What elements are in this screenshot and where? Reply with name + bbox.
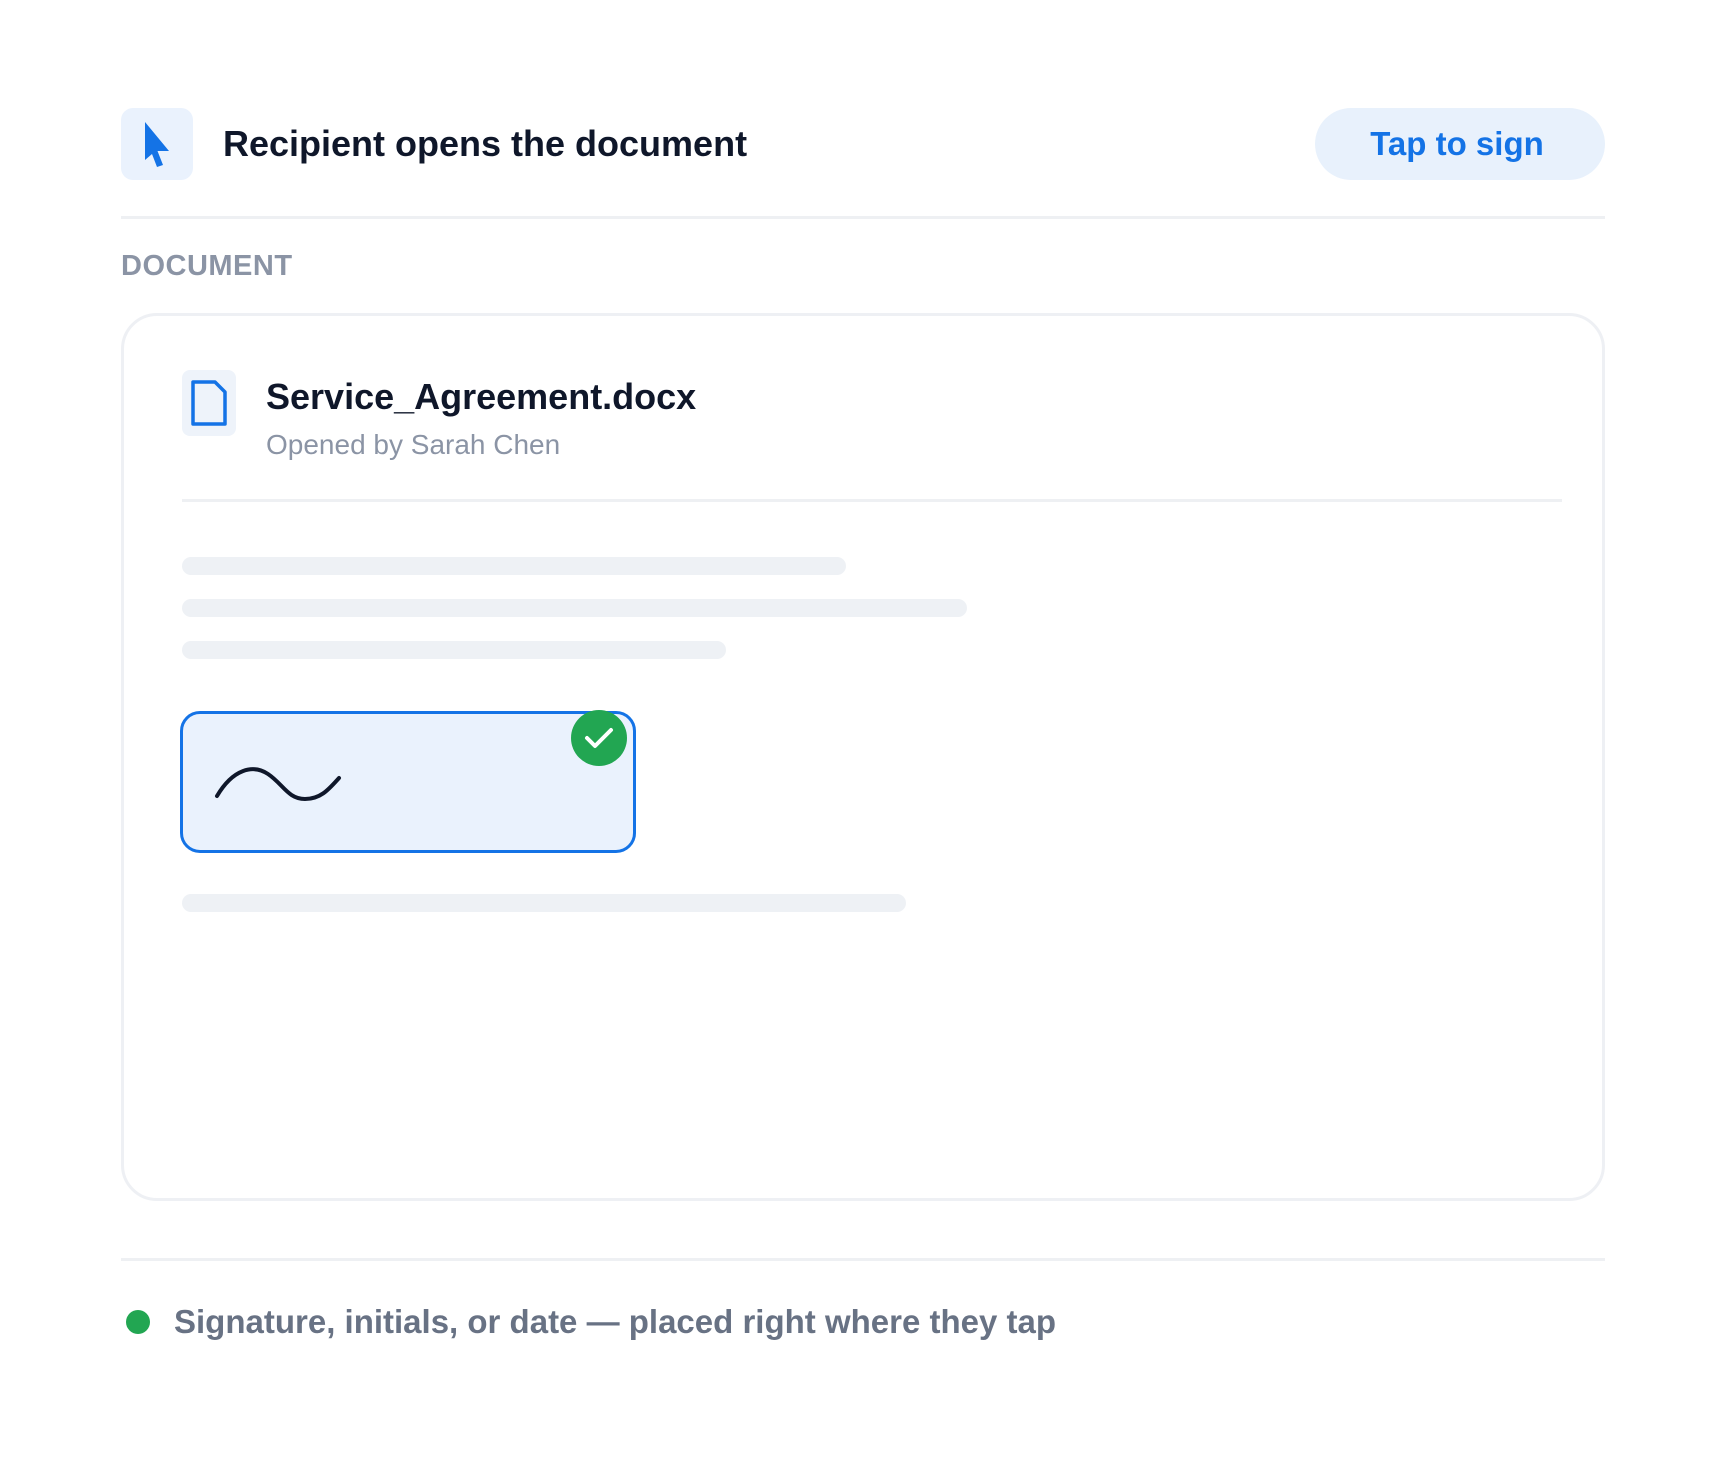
- file-opened-by: Opened by Sarah Chen: [266, 429, 561, 460]
- footer-note-text: Signature, initials, or date — placed ri…: [174, 1303, 1057, 1340]
- text-placeholder-line: [182, 641, 726, 659]
- text-placeholder-line: [182, 894, 906, 912]
- document-card: Service_Agreement.docx Opened by Sarah C…: [121, 313, 1605, 1201]
- file-name: Service_Agreement.docx: [266, 376, 697, 417]
- text-placeholder-line: [182, 599, 967, 617]
- tap-to-sign-button[interactable]: Tap to sign: [1315, 108, 1605, 180]
- check-icon: [571, 710, 627, 766]
- document-file-icon: [182, 370, 236, 436]
- text-placeholder-line: [182, 557, 846, 575]
- signature-field[interactable]: [180, 710, 636, 853]
- status-dot: [126, 1310, 150, 1334]
- step-title: Recipient opens the document: [223, 123, 748, 164]
- card-divider: [182, 499, 1562, 502]
- cursor-arrow-icon: [121, 108, 193, 180]
- footer-divider: [121, 1258, 1605, 1261]
- step-header: Recipient opens the document Tap to sign: [121, 108, 1605, 180]
- header-divider: [121, 216, 1605, 219]
- section-label: DOCUMENT: [121, 250, 293, 282]
- signature-stroke: [215, 767, 341, 802]
- footer-note: Signature, initials, or date — placed ri…: [126, 1300, 1056, 1344]
